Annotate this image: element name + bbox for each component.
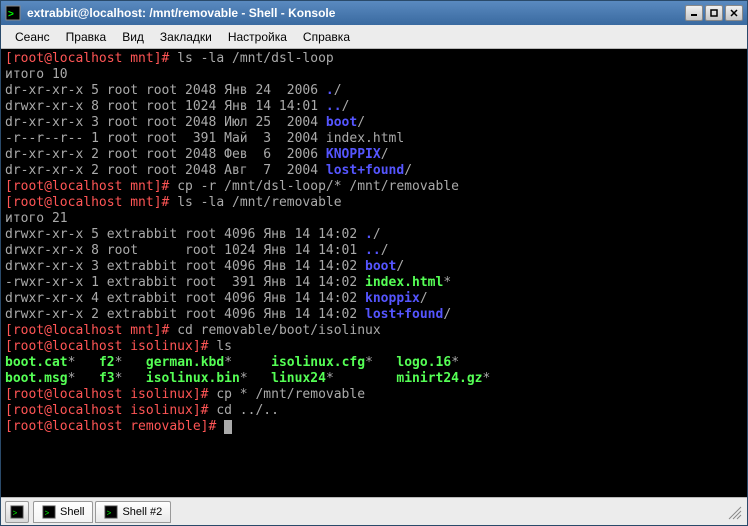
minimize-button[interactable] <box>685 5 703 21</box>
svg-text:>: > <box>107 508 112 517</box>
tab-label: Shell #2 <box>122 506 162 518</box>
svg-text:>: > <box>45 508 50 517</box>
app-icon: > <box>5 5 21 21</box>
konsole-window: > extrabbit@localhost: /mnt/removable - … <box>0 0 748 526</box>
new-tab-button[interactable]: > <box>5 501 29 523</box>
resize-grip[interactable] <box>725 503 743 521</box>
statusbar: > > Shell > Shell #2 <box>1 497 747 525</box>
menu-help[interactable]: Справка <box>295 27 358 47</box>
terminal-icon: > <box>42 505 56 519</box>
terminal-output[interactable]: [root@localhost mnt]# ls -la /mnt/dsl-lo… <box>1 49 747 497</box>
tab-label: Shell <box>60 506 84 518</box>
window-title: extrabbit@localhost: /mnt/removable - Sh… <box>27 6 685 20</box>
svg-text:>: > <box>8 9 14 20</box>
terminal-icon: > <box>104 505 118 519</box>
titlebar[interactable]: > extrabbit@localhost: /mnt/removable - … <box>1 1 747 25</box>
maximize-button[interactable] <box>705 5 723 21</box>
window-controls <box>685 5 743 21</box>
svg-text:>: > <box>13 508 18 517</box>
menu-session[interactable]: Сеанс <box>7 27 58 47</box>
menu-bookmarks[interactable]: Закладки <box>152 27 220 47</box>
close-button[interactable] <box>725 5 743 21</box>
tab-shell-2[interactable]: > Shell #2 <box>95 501 171 523</box>
menu-view[interactable]: Вид <box>114 27 152 47</box>
menu-edit[interactable]: Правка <box>58 27 115 47</box>
tab-shell-1[interactable]: > Shell <box>33 501 93 523</box>
menubar: Сеанс Правка Вид Закладки Настройка Спра… <box>1 25 747 49</box>
menu-settings[interactable]: Настройка <box>220 27 295 47</box>
